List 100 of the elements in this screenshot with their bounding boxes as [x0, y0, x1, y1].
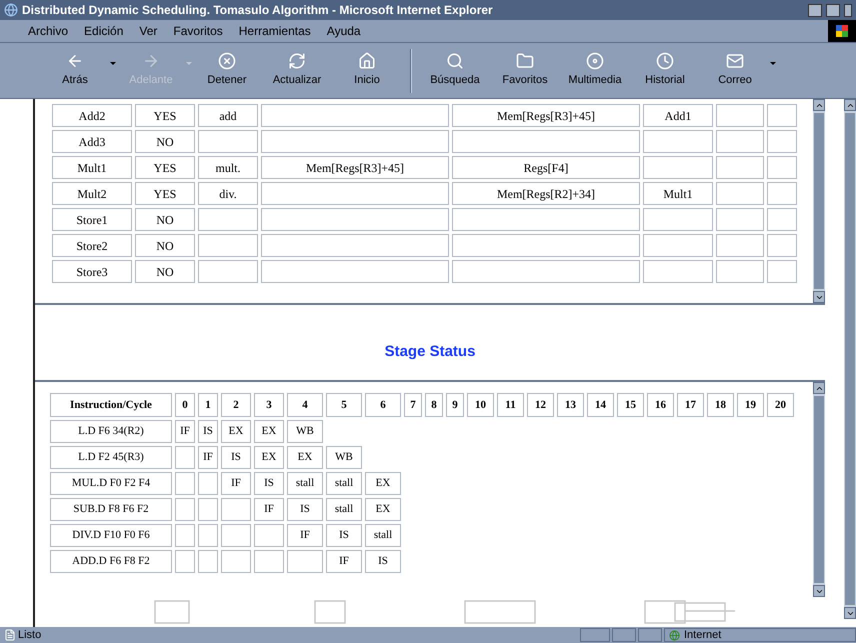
browser-icon	[4, 3, 18, 17]
dropdown-caret-icon[interactable]	[110, 62, 116, 65]
table-cell	[643, 130, 713, 153]
table-cell	[767, 182, 797, 205]
table-cell: Mem[Regs[R3]+45]	[261, 156, 449, 179]
scroll-down-icon[interactable]	[813, 291, 825, 303]
column-header: Instruction/Cycle	[50, 393, 172, 417]
column-header: 10	[467, 393, 494, 417]
table-cell	[767, 260, 797, 283]
table-cell: NO	[135, 234, 195, 257]
stage-cell: stall	[326, 472, 362, 495]
toolbar-button[interactable]: Favoritos	[490, 52, 560, 89]
table-cell	[767, 104, 797, 127]
toolbar-button[interactable]: Detener	[192, 52, 262, 89]
toolbar-button[interactable]: Actualizar	[262, 52, 332, 89]
column-header: 3	[254, 393, 284, 417]
toolbar-button[interactable]: Correo	[700, 52, 770, 89]
maximize-button[interactable]	[826, 4, 840, 16]
scroll-up-icon[interactable]	[813, 382, 825, 394]
toolbar-button[interactable]: Historial	[630, 52, 700, 89]
stage-cell	[287, 550, 323, 573]
toolbar-button[interactable]: Atrás	[40, 52, 110, 89]
column-header: 13	[557, 393, 584, 417]
scroll-up-icon[interactable]	[813, 99, 825, 111]
table-cell	[643, 156, 713, 179]
column-header: 8	[425, 393, 443, 417]
toolbar-button[interactable]: Inicio	[332, 52, 402, 89]
table-cell	[767, 208, 797, 231]
menu-item[interactable]: Herramientas	[238, 22, 311, 40]
menu-item[interactable]: Favoritos	[173, 22, 223, 40]
section-heading: Stage Status	[384, 342, 476, 362]
column-header: 12	[527, 393, 554, 417]
stage-cell	[198, 550, 218, 573]
table-cell: mult.	[198, 156, 258, 179]
stage-cell	[175, 446, 195, 469]
table-cell: Regs[F4]	[452, 156, 640, 179]
column-header: 7	[404, 393, 422, 417]
stage-cell	[175, 498, 195, 521]
menu-item[interactable]: Ayuda	[326, 22, 361, 40]
scrollbar[interactable]	[844, 99, 856, 619]
table-cell	[198, 260, 258, 283]
scroll-up-icon[interactable]	[844, 99, 856, 111]
stage-cell: IS	[198, 420, 218, 443]
scrollbar[interactable]	[813, 382, 825, 597]
stage-cell	[254, 524, 284, 547]
scrollbar[interactable]	[813, 99, 825, 303]
toolbar-button[interactable]: Búsqueda	[420, 52, 490, 89]
table-cell	[198, 130, 258, 153]
stage-cell: IS	[326, 524, 362, 547]
table-cell	[198, 234, 258, 257]
stage-cell: stall	[365, 524, 401, 547]
column-header: 15	[617, 393, 644, 417]
status-pane	[612, 628, 636, 642]
table-cell: Add3	[52, 130, 132, 153]
dropdown-caret-icon[interactable]	[770, 62, 776, 65]
stage-cell	[221, 550, 251, 573]
scroll-down-icon[interactable]	[844, 607, 856, 619]
globe-icon	[669, 630, 680, 640]
stage-cell: IF	[326, 550, 362, 573]
column-header: 1	[198, 393, 218, 417]
stage-cell: IF	[221, 472, 251, 495]
scroll-down-icon[interactable]	[813, 585, 825, 597]
minimize-button[interactable]	[808, 4, 822, 16]
table-cell: NO	[135, 130, 195, 153]
column-header: 14	[587, 393, 614, 417]
stage-cell	[175, 524, 195, 547]
column-header: 17	[677, 393, 704, 417]
folder-icon	[516, 52, 534, 70]
menu-item[interactable]: Archivo	[28, 22, 68, 40]
menu-item[interactable]: Ver	[139, 22, 158, 40]
stage-cell: stall	[326, 498, 362, 521]
status-pane	[580, 628, 610, 642]
table-cell: YES	[135, 104, 195, 127]
stage-cell: WB	[287, 420, 323, 443]
stage-cell: EX	[365, 498, 401, 521]
stage-cell	[198, 472, 218, 495]
close-button[interactable]	[844, 4, 852, 16]
status-pane	[638, 628, 662, 642]
table-cell: Mult1	[52, 156, 132, 179]
table-cell	[716, 182, 764, 205]
menu-item[interactable]: Edición	[84, 22, 124, 40]
stage-cell	[198, 524, 218, 547]
instruction-cell: ADD.D F6 F8 F2	[50, 550, 172, 573]
stage-cell	[254, 550, 284, 573]
column-header: 5	[326, 393, 362, 417]
table-cell	[767, 130, 797, 153]
instruction-cell: L.D F2 45(R3)	[50, 446, 172, 469]
table-cell: NO	[135, 260, 195, 283]
toolbar-button[interactable]: Multimedia	[560, 52, 630, 89]
stage-cell: EX	[254, 420, 284, 443]
table-cell: Store2	[52, 234, 132, 257]
table-cell	[643, 208, 713, 231]
stage-cell	[175, 550, 195, 573]
table-cell	[643, 234, 713, 257]
table-cell	[716, 208, 764, 231]
stage-cell: IF	[175, 420, 195, 443]
clock-icon	[656, 52, 674, 70]
stage-cell: EX	[254, 446, 284, 469]
table-cell: YES	[135, 156, 195, 179]
stage-cell: stall	[287, 472, 323, 495]
